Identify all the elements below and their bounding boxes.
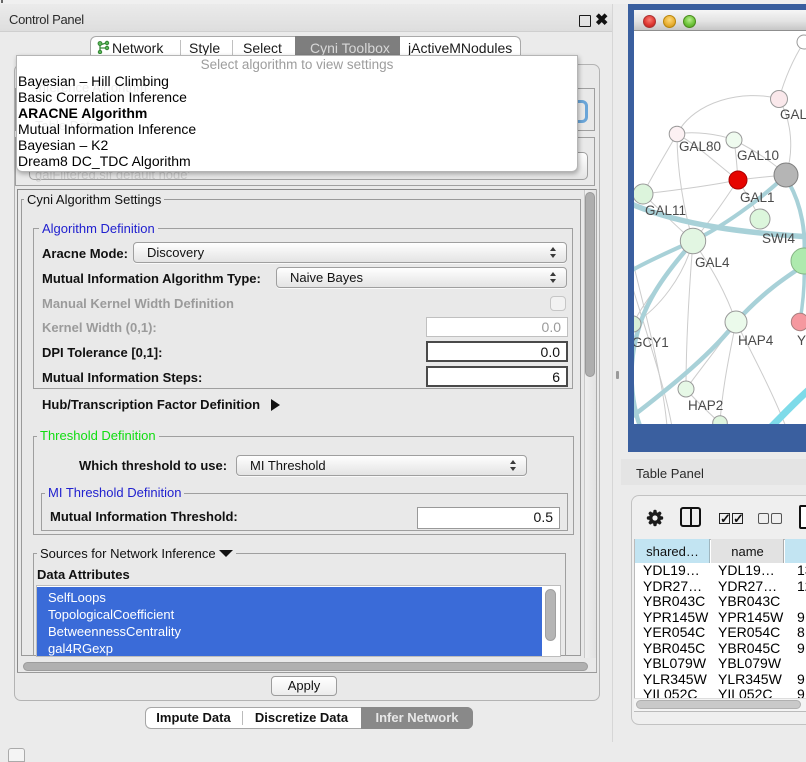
svg-text:GAL7: GAL7 (780, 107, 806, 122)
svg-text:SWI4: SWI4 (762, 231, 795, 246)
svg-text:GAL4: GAL4 (695, 255, 730, 270)
svg-text:Y: Y (797, 333, 806, 348)
svg-text:GAL11: GAL11 (645, 203, 686, 218)
svg-text:HAP4: HAP4 (738, 333, 774, 348)
svg-text:GAL10: GAL10 (737, 148, 779, 163)
svg-text:HAP2: HAP2 (688, 398, 723, 413)
svg-text:GAL1: GAL1 (740, 190, 775, 205)
svg-text:GCY1: GCY1 (634, 335, 669, 350)
svg-text:GAL80: GAL80 (679, 139, 721, 154)
